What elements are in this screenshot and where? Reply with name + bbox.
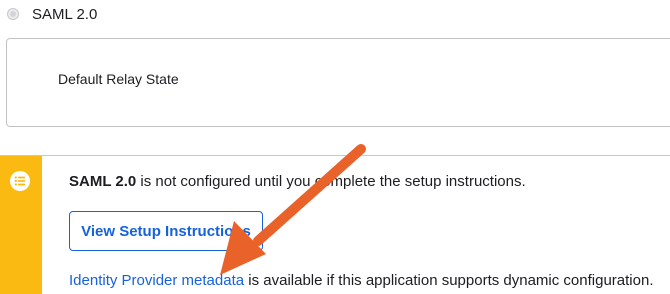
arrow-shaft	[253, 144, 366, 246]
notice-message-text: is not configured until you complete the…	[136, 173, 526, 190]
setup-notice-message: SAML 2.0 is not configured until you com…	[69, 173, 526, 190]
notice-app-name: SAML 2.0	[69, 173, 137, 190]
saml-settings-panel: SAML 2.0 Default Relay State SAML 2.0 is…	[0, 0, 670, 294]
metadata-info-line: Identity Provider metadata is available …	[69, 272, 653, 289]
list-icon	[10, 171, 30, 191]
section-divider	[0, 155, 670, 156]
saml-radio[interactable]	[7, 8, 19, 20]
default-relay-state-field[interactable]: Default Relay State	[6, 38, 670, 127]
metadata-info-text: is available if this application support…	[244, 272, 654, 289]
saml-option-row[interactable]: SAML 2.0	[7, 3, 97, 25]
radio-dot	[10, 11, 16, 17]
saml-option-label: SAML 2.0	[32, 5, 98, 23]
view-setup-instructions-button[interactable]: View Setup Instructions	[69, 211, 263, 251]
default-relay-state-label: Default Relay State	[58, 71, 179, 87]
notice-accent-bar	[0, 156, 42, 294]
identity-provider-metadata-link[interactable]: Identity Provider metadata	[69, 272, 244, 289]
